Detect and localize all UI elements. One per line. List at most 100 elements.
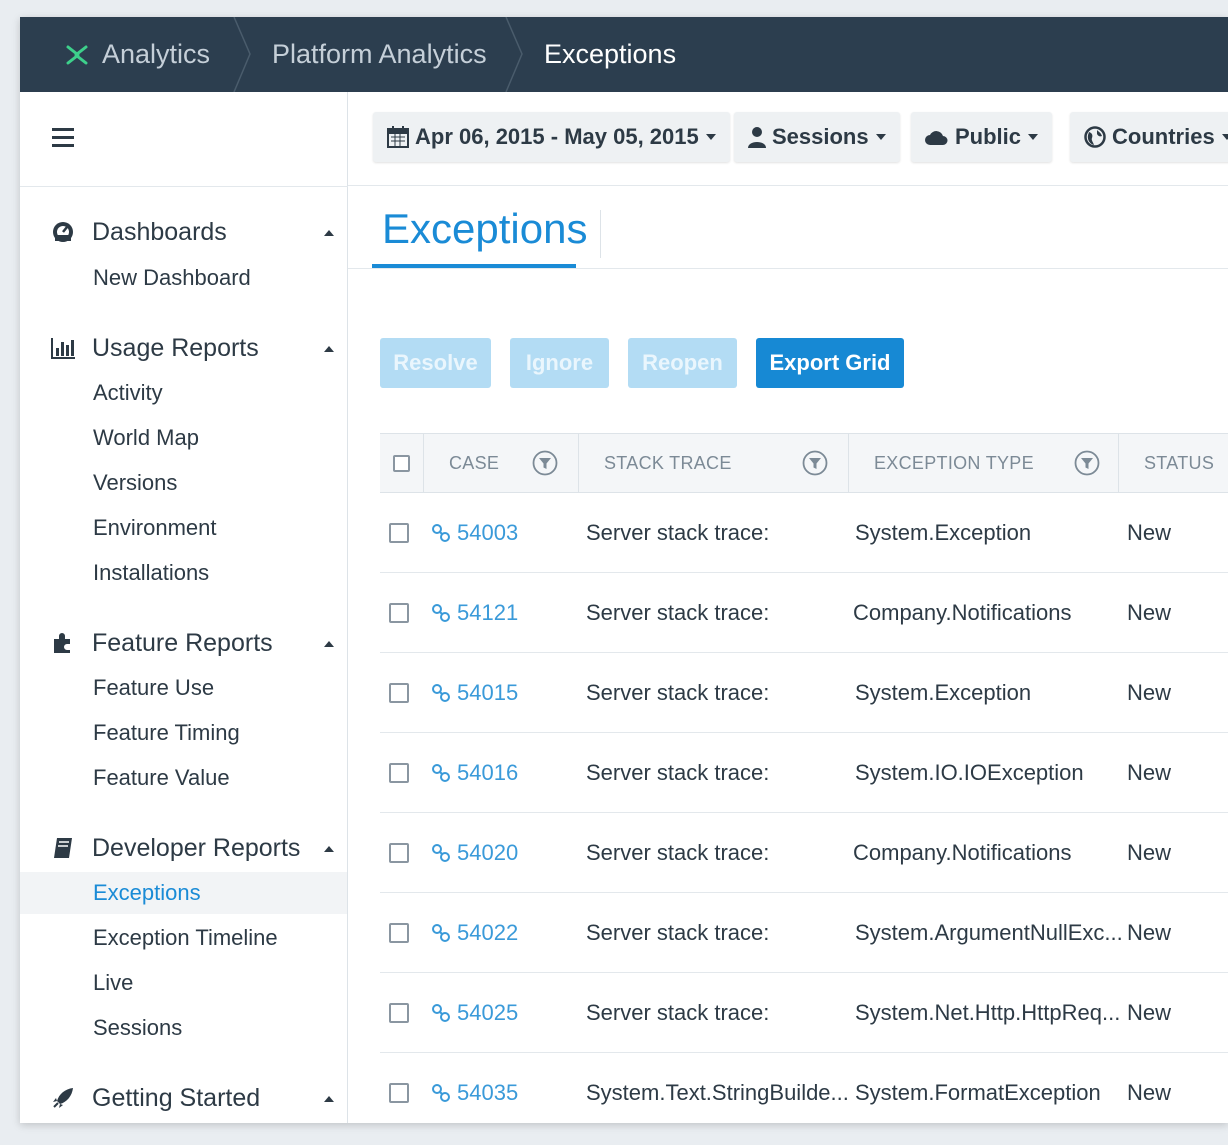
sidebar-item-versions[interactable]: Versions (20, 462, 347, 504)
case-link[interactable]: 54035 (431, 1053, 518, 1123)
exception-type-cell: System.FormatException (855, 1080, 1101, 1105)
chevron-down-icon (1221, 134, 1228, 140)
stack-trace-cell: Server stack trace: (586, 840, 770, 865)
metric-label: Sessions (772, 124, 869, 149)
region-dropdown[interactable]: Countries (1070, 112, 1228, 162)
case-link[interactable]: 54003 (431, 493, 518, 573)
table-row[interactable]: 54020 Server stack trace: Company.Notifi… (380, 813, 1228, 893)
sidebar-section-dashboards[interactable]: Dashboards (50, 214, 340, 250)
sidebar-section-title: Developer Reports (92, 833, 301, 862)
column-filter-icon[interactable] (802, 450, 828, 476)
sidebar-item-feature-timing[interactable]: Feature Timing (20, 712, 347, 754)
stack-trace-cell: Server stack trace: (586, 680, 770, 705)
bar-chart-icon (50, 335, 76, 361)
breadcrumb-analytics[interactable]: Analytics (64, 17, 210, 92)
sidebar-item-exception-timeline[interactable]: Exception Timeline (20, 917, 347, 959)
exception-type-cell: Company.Notifications (853, 840, 1072, 865)
stack-trace-cell: System.Text.StringBuilde... (586, 1080, 849, 1105)
scope-label: Public (955, 124, 1022, 149)
rocket-icon (50, 1085, 76, 1111)
status-cell: New (1127, 520, 1172, 545)
sidebar-section-usage-reports[interactable]: Usage Reports (50, 330, 340, 366)
column-filter-icon[interactable] (1074, 450, 1100, 476)
sidebar-item-activity[interactable]: Activity (20, 372, 347, 414)
puzzle-icon (50, 630, 76, 656)
case-link[interactable]: 54020 (431, 813, 518, 893)
table-row[interactable]: 54016 Server stack trace: System.IO.IOEx… (380, 733, 1228, 813)
exception-type-cell: System.Exception (855, 520, 1032, 545)
case-link[interactable]: 54016 (431, 733, 518, 813)
column-header-stack-trace[interactable]: STACK TRACE (578, 434, 848, 492)
exception-type-cell: System.Net.Http.HttpReq... (855, 1000, 1121, 1025)
row-checkbox[interactable] (389, 923, 409, 943)
date-range-dropdown[interactable]: Apr 06, 2015 - May 05, 2015 (373, 112, 730, 162)
status-cell: New (1127, 600, 1172, 625)
column-header-case[interactable]: CASE (423, 434, 578, 492)
app-window: Analytics Platform Analytics Exceptions … (20, 17, 1228, 1123)
breadcrumb-label: Analytics (102, 39, 211, 69)
collapse-caret-icon[interactable] (324, 230, 334, 236)
stack-trace-cell: Server stack trace: (586, 1000, 770, 1025)
sidebar-item-installations[interactable]: Installations (20, 552, 347, 594)
breadcrumb-platform-analytics[interactable]: Platform Analytics (272, 17, 487, 92)
table-row[interactable]: 54003 Server stack trace: System.Excepti… (380, 493, 1228, 573)
sidebar-section-developer-reports[interactable]: Developer Reports (50, 830, 340, 866)
collapse-caret-icon[interactable] (324, 846, 334, 852)
table-row[interactable]: 54035 System.Text.StringBuilde... System… (380, 1053, 1228, 1123)
row-checkbox[interactable] (389, 603, 409, 623)
hamburger-menu-icon[interactable] (52, 128, 74, 148)
sidebar-item-world-map[interactable]: World Map (20, 417, 347, 459)
row-checkbox[interactable] (389, 843, 409, 863)
case-link[interactable]: 54015 (431, 653, 518, 733)
row-checkbox[interactable] (389, 1003, 409, 1023)
breadcrumb-separator (505, 17, 523, 92)
sidebar-item-sessions[interactable]: Sessions (20, 1007, 347, 1049)
case-link[interactable]: 54022 (431, 893, 518, 973)
sidebar-item-live[interactable]: Live (20, 962, 347, 1004)
row-checkbox[interactable] (389, 523, 409, 543)
metric-dropdown[interactable]: Sessions (734, 112, 900, 162)
status-cell: New (1127, 1000, 1172, 1025)
chevron-down-icon (875, 134, 886, 140)
ignore-button[interactable]: Ignore (510, 338, 609, 388)
row-checkbox[interactable] (389, 763, 409, 783)
resolve-button[interactable]: Resolve (380, 338, 491, 388)
row-checkbox[interactable] (389, 1083, 409, 1103)
stack-trace-cell: Server stack trace: (586, 920, 770, 945)
table-row[interactable]: 54121 Server stack trace: Company.Notifi… (380, 573, 1228, 653)
sidebar-section-getting-started[interactable]: Getting Started (50, 1080, 340, 1116)
table-row[interactable]: 54025 Server stack trace: System.Net.Htt… (380, 973, 1228, 1053)
row-checkbox[interactable] (389, 683, 409, 703)
column-filter-icon[interactable] (532, 450, 558, 476)
sidebar-item-environment[interactable]: Environment (20, 507, 347, 549)
breadcrumb-exceptions[interactable]: Exceptions (544, 17, 676, 92)
select-all-cell (380, 434, 423, 492)
collapse-caret-icon[interactable] (324, 346, 334, 352)
reopen-button[interactable]: Reopen (628, 338, 737, 388)
case-link[interactable]: 54121 (431, 573, 518, 653)
status-cell: New (1127, 1080, 1172, 1105)
collapse-caret-icon[interactable] (324, 641, 334, 647)
book-icon (50, 835, 76, 861)
select-all-checkbox[interactable] (393, 454, 410, 472)
column-header-exception-type[interactable]: EXCEPTION TYPE (848, 434, 1118, 492)
sidebar-item-new-dashboard[interactable]: New Dashboard (20, 257, 347, 299)
export-grid-button[interactable]: Export Grid (756, 338, 904, 388)
table-row[interactable]: 54015 Server stack trace: System.Excepti… (380, 653, 1228, 733)
collapse-caret-icon[interactable] (324, 1096, 334, 1102)
sidebar-item-feature-value[interactable]: Feature Value (20, 757, 347, 799)
scope-dropdown[interactable]: Public (911, 112, 1053, 162)
table-row[interactable]: 54022 Server stack trace: System.Argumen… (380, 893, 1228, 973)
exception-type-cell: System.ArgumentNullExc... (855, 920, 1123, 945)
column-header-status[interactable]: STATUS (1118, 434, 1228, 492)
region-label: Countries (1112, 124, 1215, 149)
sidebar: Dashboards New Dashboard Usage Reports A… (20, 92, 348, 1123)
status-cell: New (1127, 840, 1172, 865)
sidebar-item-feature-use[interactable]: Feature Use (20, 667, 347, 709)
breadcrumb-separator (233, 17, 251, 92)
sidebar-item-exceptions[interactable]: Exceptions (20, 872, 347, 914)
sidebar-section-feature-reports[interactable]: Feature Reports (50, 625, 340, 661)
breadcrumb-bar: Analytics Platform Analytics Exceptions (20, 17, 1228, 92)
case-link[interactable]: 54025 (431, 973, 518, 1053)
link-icon (432, 1004, 450, 1022)
